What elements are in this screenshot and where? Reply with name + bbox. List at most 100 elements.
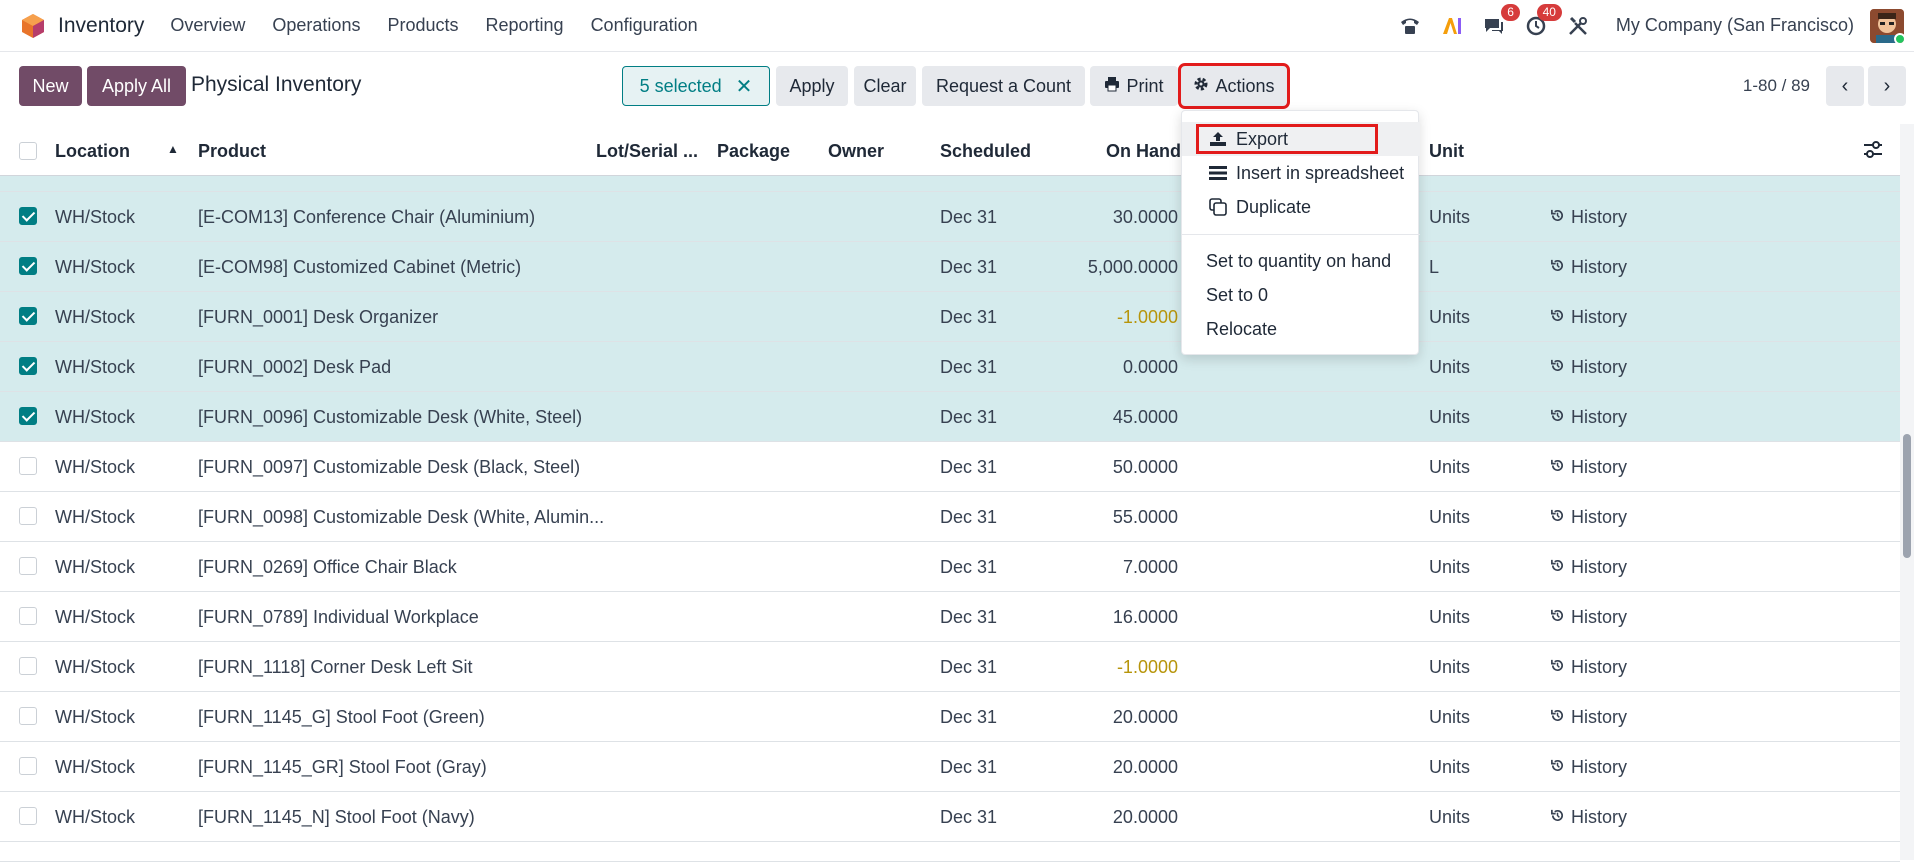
history-button[interactable]: History <box>1550 807 1627 828</box>
row-checkbox[interactable] <box>19 357 37 375</box>
gear-icon <box>1193 76 1209 97</box>
cell-scheduled[interactable]: Dec 31 <box>940 307 997 328</box>
menu-item-duplicate[interactable]: Duplicate <box>1182 190 1420 224</box>
history-button[interactable]: History <box>1550 207 1627 228</box>
cell-scheduled[interactable]: Dec 31 <box>940 807 997 828</box>
menu-overview[interactable]: Overview <box>170 15 245 36</box>
table-row[interactable]: WH/Stock [FURN_1118] Corner Desk Left Sit… <box>0 642 1900 692</box>
table-row[interactable]: WH/Stock [FURN_1145_N] Stool Foot (Navy) D… <box>0 792 1900 842</box>
history-button[interactable]: History <box>1550 557 1627 578</box>
history-button[interactable]: History <box>1550 457 1627 478</box>
chat-icon[interactable]: 6 <box>1482 3 1520 38</box>
cell-scheduled[interactable]: Dec 31 <box>940 357 997 378</box>
row-checkbox[interactable] <box>19 557 37 575</box>
menu-reporting[interactable]: Reporting <box>486 15 564 36</box>
cell-scheduled[interactable]: Dec 31 <box>940 557 997 578</box>
request-count-button[interactable]: Request a Count <box>922 66 1085 106</box>
column-on-hand[interactable]: On Hand <box>1106 141 1181 162</box>
print-button[interactable]: Print <box>1090 66 1178 106</box>
cell-scheduled[interactable]: Dec 31 <box>940 407 997 428</box>
table-row[interactable]: WH/Stock [FURN_1145_GR] Stool Foot (Gray)… <box>0 742 1900 792</box>
menu-item-insert-spreadsheet[interactable]: Insert in spreadsheet <box>1182 156 1420 190</box>
pager-next-button[interactable]: › <box>1868 66 1906 106</box>
app-name[interactable]: Inventory <box>58 14 144 38</box>
scrollbar-thumb[interactable] <box>1903 434 1911 558</box>
cell-on-hand: 7.0000 <box>1122 557 1178 577</box>
cell-on-hand: -1.0000 <box>1116 307 1178 327</box>
menu-item-set-zero[interactable]: Set to 0 <box>1182 278 1420 312</box>
unselect-close-icon[interactable]: ✕ <box>736 74 753 99</box>
cell-scheduled[interactable]: Dec 31 <box>940 207 997 228</box>
table-row[interactable]: WH/Stock [FURN_0098] Customizable Desk (W… <box>0 492 1900 542</box>
table-row[interactable]: WH/Stock [E-COM98] Customized Cabinet (Me… <box>0 242 1900 292</box>
history-button[interactable]: History <box>1550 657 1627 678</box>
history-button[interactable]: History <box>1550 607 1627 628</box>
column-lot-serial[interactable]: Lot/Serial ... <box>596 141 698 162</box>
actions-button[interactable]: Actions <box>1178 63 1290 109</box>
history-button[interactable]: History <box>1550 707 1627 728</box>
row-checkbox[interactable] <box>19 657 37 675</box>
clear-button[interactable]: Clear <box>854 66 916 106</box>
history-button[interactable]: History <box>1550 507 1627 528</box>
row-checkbox[interactable] <box>19 507 37 525</box>
column-scheduled[interactable]: Scheduled <box>940 141 1031 162</box>
tools-icon[interactable] <box>1566 14 1590 38</box>
table-row[interactable]: WH/Stock [FURN_0001] Desk Organizer Dec 31… <box>0 292 1900 342</box>
cell-scheduled[interactable]: Dec 31 <box>940 757 997 778</box>
column-product[interactable]: Product <box>198 141 266 162</box>
phone-icon[interactable] <box>1398 14 1422 38</box>
table-row[interactable]: WH/Stock [FURN_0002] Desk Pad Dec 31 0.0000… <box>0 342 1900 392</box>
history-icon <box>1550 507 1565 528</box>
menu-item-set-quantity[interactable]: Set to quantity on hand <box>1182 244 1420 278</box>
apply-button[interactable]: Apply <box>776 66 848 106</box>
row-checkbox[interactable] <box>19 407 37 425</box>
column-package[interactable]: Package <box>717 141 790 162</box>
history-button[interactable]: History <box>1550 307 1627 328</box>
menu-operations[interactable]: Operations <box>272 15 360 36</box>
history-button[interactable]: History <box>1550 257 1627 278</box>
table-row[interactable]: WH/Stock [FURN_1145_G] Stool Foot (Green)… <box>0 692 1900 742</box>
odoo-inventory-logo-icon[interactable] <box>20 13 46 39</box>
history-icon <box>1550 657 1565 678</box>
vertical-scrollbar[interactable] <box>1900 124 1914 860</box>
cell-scheduled[interactable]: Dec 31 <box>940 607 997 628</box>
table-row[interactable]: WH/Stock [FURN_0096] Customizable Desk (W… <box>0 392 1900 442</box>
row-checkbox[interactable] <box>19 607 37 625</box>
company-switcher[interactable]: My Company (San Francisco) <box>1616 15 1854 36</box>
cell-scheduled[interactable]: Dec 31 <box>940 507 997 528</box>
cell-scheduled[interactable]: Dec 31 <box>940 657 997 678</box>
table-row[interactable]: WH/Stock [E-COM13] Conference Chair (Alum… <box>0 192 1900 242</box>
cell-scheduled[interactable]: Dec 31 <box>940 257 997 278</box>
history-button[interactable]: History <box>1550 357 1627 378</box>
cell-scheduled[interactable]: Dec 31 <box>940 457 997 478</box>
row-checkbox[interactable] <box>19 807 37 825</box>
table-row[interactable]: WH/Stock [FURN_0097] Customizable Desk (B… <box>0 442 1900 492</box>
pager-value[interactable]: 1-80 / 89 <box>1743 76 1810 96</box>
pager-previous-button[interactable]: ‹ <box>1826 66 1864 106</box>
menu-products[interactable]: Products <box>387 15 458 36</box>
table-row[interactable]: WH/Stock [FURN_0269] Office Chair Black De… <box>0 542 1900 592</box>
ai-icon[interactable] <box>1440 14 1464 38</box>
row-checkbox[interactable] <box>19 307 37 325</box>
history-button[interactable]: History <box>1550 757 1627 778</box>
menu-item-relocate[interactable]: Relocate <box>1182 312 1420 346</box>
row-checkbox[interactable] <box>19 757 37 775</box>
column-unit[interactable]: Unit <box>1429 141 1464 162</box>
column-location[interactable]: Location <box>55 141 130 162</box>
row-checkbox[interactable] <box>19 207 37 225</box>
select-all-checkbox[interactable] <box>19 142 37 160</box>
table-row[interactable]: WH/Stock [FURN_0789] Individual Workplace… <box>0 592 1900 642</box>
menu-divider <box>1182 234 1420 235</box>
optional-columns-toggle-icon[interactable] <box>1862 140 1884 160</box>
user-avatar[interactable] <box>1870 8 1904 43</box>
new-button[interactable]: New <box>19 66 82 106</box>
row-checkbox[interactable] <box>19 457 37 475</box>
activity-clock-icon[interactable]: 40 <box>1524 3 1562 38</box>
apply-all-button[interactable]: Apply All <box>87 66 186 106</box>
menu-configuration[interactable]: Configuration <box>591 15 698 36</box>
column-owner[interactable]: Owner <box>828 141 884 162</box>
row-checkbox[interactable] <box>19 707 37 725</box>
row-checkbox[interactable] <box>19 257 37 275</box>
history-button[interactable]: History <box>1550 407 1627 428</box>
cell-scheduled[interactable]: Dec 31 <box>940 707 997 728</box>
